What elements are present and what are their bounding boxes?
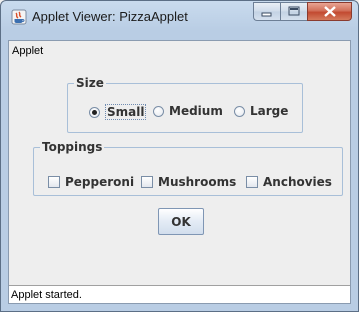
size-radio-small[interactable]: Small: [89, 104, 147, 120]
topping-label: Mushrooms: [158, 175, 237, 189]
status-bar: Applet started.: [9, 285, 350, 303]
radio-indicator-checked[interactable]: [89, 106, 100, 118]
topping-checkbox-anchovies[interactable]: Anchovies: [246, 175, 332, 189]
java-applet-icon[interactable]: [11, 9, 27, 25]
close-button[interactable]: [307, 2, 352, 21]
topping-label: Anchovies: [263, 175, 332, 189]
checkbox-indicator[interactable]: [141, 176, 153, 188]
status-text: Applet started.: [11, 289, 82, 301]
topping-checkbox-mushrooms[interactable]: Mushrooms: [141, 175, 236, 189]
toppings-group-title: Toppings: [42, 140, 103, 154]
ok-button[interactable]: OK: [158, 208, 204, 235]
radio-indicator[interactable]: [153, 105, 164, 117]
size-option-label: Small: [105, 104, 147, 120]
size-group-title: Size: [76, 76, 104, 90]
window-title: Applet Viewer: PizzaApplet: [32, 9, 188, 24]
size-radio-large[interactable]: Large: [234, 104, 288, 118]
size-option-label: Medium: [169, 104, 223, 118]
applet-menu[interactable]: Applet: [12, 45, 43, 57]
size-option-label: Large: [250, 104, 289, 118]
title-bar[interactable]: Applet Viewer: PizzaApplet: [1, 1, 358, 35]
radio-indicator[interactable]: [234, 105, 245, 117]
minimize-button[interactable]: [253, 2, 280, 21]
checkbox-indicator[interactable]: [48, 176, 60, 188]
maximize-button[interactable]: [280, 2, 307, 21]
checkbox-indicator[interactable]: [246, 176, 258, 188]
topping-checkbox-pepperoni[interactable]: Pepperoni: [48, 175, 134, 189]
size-radio-medium[interactable]: Medium: [153, 104, 223, 118]
caption-buttons: [253, 2, 352, 22]
applet-client-area: Applet Size Small Medium Large Toppings …: [8, 40, 351, 304]
applet-viewer-window: Applet Viewer: PizzaApplet Applet Size S…: [0, 0, 359, 312]
topping-label: Pepperoni: [65, 175, 135, 189]
